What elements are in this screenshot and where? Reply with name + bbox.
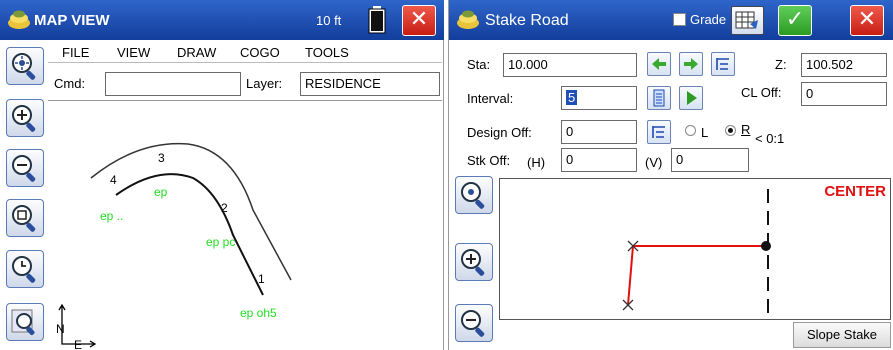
side-r-label: R [741, 122, 751, 137]
app-logo-icon [8, 10, 30, 29]
slope-ratio: < 0:1 [755, 131, 785, 146]
zoom-extents-button[interactable] [455, 176, 493, 214]
app-logo-icon [457, 10, 479, 29]
checkmark-icon: ✓ [785, 7, 805, 32]
zoom-object-icon [11, 309, 35, 336]
zoom-out-button[interactable] [6, 149, 44, 187]
design-off-label: Design Off: [467, 125, 532, 140]
map-canvas[interactable]: 3 4 2 1 ep ep .. ep pc ep oh5 N E [48, 100, 442, 350]
arrow-right-icon [684, 58, 698, 70]
cross-section-view[interactable]: CENTER [499, 178, 891, 320]
zoom-out-icon [12, 155, 36, 182]
menu-file[interactable]: FILE [62, 45, 89, 60]
zoom-previous-icon [12, 256, 36, 283]
play-button[interactable] [679, 86, 703, 110]
design-off-list-button[interactable] [647, 120, 671, 144]
v-offset-field[interactable]: 0 [671, 148, 749, 172]
map-view-title: MAP VIEW [34, 12, 110, 29]
east-label: E [74, 338, 82, 350]
point-label-ep-pc: ep pc [206, 235, 235, 249]
map-view-window: MAP VIEW 10 ft ✕ FILE VIEW DRAW COGO TOO… [0, 0, 444, 350]
z-field[interactable]: 100.502 [801, 53, 887, 77]
layer-field[interactable]: RESIDENCE [300, 72, 440, 96]
h-label: (H) [527, 155, 546, 170]
close-button[interactable]: ✕ [850, 5, 884, 36]
side-l-radio[interactable] [685, 125, 696, 136]
v-label: (V) [645, 155, 663, 170]
next-station-button[interactable] [679, 52, 703, 76]
close-icon: ✕ [857, 7, 877, 32]
zoom-out-button[interactable] [455, 304, 493, 342]
cl-off-label: CL Off: [741, 85, 782, 100]
z-label: Z: [775, 57, 787, 72]
cross-section-drawing [622, 189, 771, 319]
point-label-ep-dots: ep .. [100, 209, 123, 223]
design-off-field[interactable]: 0 [561, 120, 637, 144]
play-icon [687, 91, 697, 105]
center-point [761, 241, 771, 251]
zoom-previous-button[interactable] [6, 250, 44, 288]
interval-calc-button[interactable] [647, 86, 671, 110]
north-label: N [56, 322, 65, 336]
map-view-titlebar: MAP VIEW 10 ft ✕ [0, 0, 444, 40]
stake-road-title: Stake Road [485, 12, 569, 29]
stk-off-label: Stk Off: [467, 153, 511, 168]
scale-readout: 10 ft [316, 13, 342, 28]
menu-draw[interactable]: DRAW [177, 45, 216, 60]
list-icon [652, 126, 665, 138]
point-label-ep: ep [154, 185, 168, 199]
close-button[interactable]: ✕ [402, 5, 436, 36]
north-east-indicator: N E [56, 303, 97, 350]
previous-station-button[interactable] [647, 52, 671, 76]
point-1: 1 [258, 272, 265, 286]
menu-tools[interactable]: TOOLS [305, 45, 349, 60]
zoom-object-button[interactable] [6, 303, 44, 341]
road-edge-line [115, 173, 264, 296]
point-2: 2 [221, 201, 228, 215]
grid-settings-icon [735, 11, 758, 29]
station-list-button[interactable] [711, 52, 735, 76]
side-l-label: L [701, 125, 709, 140]
grade-checkbox[interactable] [673, 13, 686, 26]
point-3: 3 [158, 151, 165, 165]
h-offset-field[interactable]: 0 [561, 148, 637, 172]
zoom-window-button[interactable] [6, 199, 44, 237]
interval-field[interactable]: 5 [561, 86, 637, 110]
stake-road-titlebar: Stake Road Grade ✓ ✕ [449, 0, 893, 40]
slope-stake-button[interactable]: Slope Stake [793, 322, 891, 348]
zoom-in-icon [461, 249, 485, 276]
ok-button[interactable]: ✓ [778, 5, 812, 36]
point-4: 4 [110, 173, 117, 187]
menu-cogo[interactable]: COGO [240, 45, 280, 60]
grade-label: Grade [690, 12, 727, 27]
zoom-in-button[interactable] [455, 243, 493, 281]
cmd-label: Cmd: [54, 76, 86, 91]
zoom-in-icon [12, 105, 36, 132]
zoom-extents-button[interactable] [6, 47, 44, 85]
zoom-out-icon [461, 310, 485, 337]
calculator-icon [653, 89, 665, 107]
menu-view[interactable]: VIEW [117, 45, 150, 60]
side-r-radio[interactable] [725, 125, 736, 136]
interval-label: Interval: [467, 91, 514, 106]
battery-icon [368, 6, 386, 34]
sta-label: Sta: [467, 57, 491, 72]
zoom-extents-icon [12, 53, 36, 80]
point-label-ep-oh5: ep oh5 [240, 306, 277, 320]
interval-value: 5 [566, 90, 578, 105]
arrow-left-icon [652, 58, 666, 70]
menu-divider [48, 62, 442, 63]
layer-label: Layer: [246, 76, 283, 91]
cmd-input[interactable] [105, 72, 241, 96]
close-icon: ✕ [409, 7, 429, 32]
zoom-in-button[interactable] [6, 99, 44, 137]
settings-button[interactable] [731, 6, 764, 35]
station-field[interactable]: 10.000 [503, 53, 637, 77]
stake-road-window: Stake Road Grade ✓ ✕ Sta: 10.000 Z: 100.… [448, 0, 893, 350]
zoom-extents-icon [461, 182, 485, 209]
stake-profile-line [627, 245, 766, 306]
list-icon [716, 58, 729, 70]
cl-off-field[interactable]: 0 [801, 82, 887, 106]
zoom-window-icon [12, 205, 36, 232]
